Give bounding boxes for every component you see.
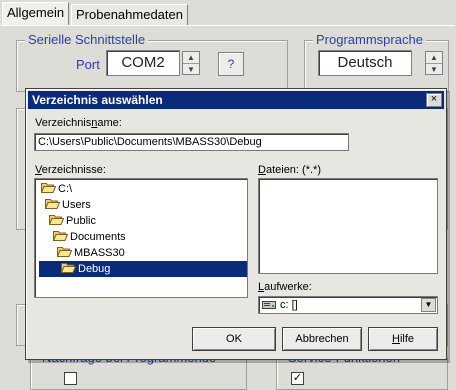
port-spinner[interactable]: ▲ ▼: [182, 51, 200, 75]
serial-port-group-title: Serielle Schnittstelle: [25, 32, 149, 47]
close-button[interactable]: ×: [426, 93, 442, 107]
tree-item-root[interactable]: C:\: [41, 181, 76, 197]
ok-button[interactable]: OK: [192, 327, 276, 351]
files-list[interactable]: [258, 178, 438, 274]
open-folder-icon: [45, 199, 60, 209]
open-folder-icon: [61, 263, 76, 273]
chevron-down-icon[interactable]: ▼: [421, 298, 436, 312]
port-help-button[interactable]: ?: [218, 52, 244, 76]
spin-up-icon[interactable]: ▲: [183, 52, 199, 64]
dialog-title: Verzeichnis auswählen: [32, 93, 163, 107]
open-folder-icon: [53, 231, 68, 241]
directory-tree[interactable]: C:\ Users Public Documents MBASS30 Debug: [34, 178, 248, 298]
spin-down-icon[interactable]: ▼: [183, 64, 199, 75]
tab-probenahmedaten[interactable]: Probenahmedaten: [71, 4, 188, 25]
dirname-input[interactable]: C:\Users\Public\Documents\MBASS30\Debug: [34, 133, 349, 151]
drives-label: Laufwerke:: [258, 281, 312, 293]
tree-item-users[interactable]: Users: [45, 197, 95, 213]
tree-item-documents[interactable]: Documents: [53, 229, 130, 245]
dirname-label: Verzeichnisname:: [35, 117, 122, 129]
tab-strip: Allgemein Probenahmedaten: [0, 0, 456, 26]
directories-label: Verzeichnisse:: [35, 164, 106, 176]
drive-select[interactable]: c: [] ▼: [258, 296, 438, 314]
cancel-button[interactable]: Abbrechen: [282, 327, 362, 351]
spin-down-icon[interactable]: ▼: [426, 64, 442, 75]
tree-item-public[interactable]: Public: [49, 213, 100, 229]
open-folder-icon: [49, 215, 64, 225]
port-label: Port: [76, 57, 100, 72]
files-label: Dateien: (*.*): [258, 164, 321, 176]
drive-value: c: []: [280, 299, 298, 311]
exit-prompt-checkbox[interactable]: [64, 372, 77, 385]
open-folder-icon: [41, 183, 56, 193]
select-directory-dialog: Verzeichnis auswählen × Verzeichnisname:…: [25, 88, 447, 360]
language-group-title: Programmsprache: [313, 32, 426, 47]
spin-up-icon[interactable]: ▲: [426, 52, 442, 64]
exit-prompt-group: Nachfrage bei Programmende: [30, 350, 247, 390]
tab-allgemein[interactable]: Allgemein: [2, 2, 70, 25]
drive-icon: [262, 301, 276, 309]
port-field[interactable]: COM2: [106, 50, 180, 76]
open-folder-icon: [57, 247, 72, 257]
tree-item-debug[interactable]: Debug: [39, 261, 247, 277]
language-field[interactable]: Deutsch: [318, 50, 412, 76]
tree-item-mbass30[interactable]: MBASS30: [57, 245, 129, 261]
language-spinner[interactable]: ▲ ▼: [425, 51, 443, 75]
help-button[interactable]: Hilfe: [368, 327, 438, 351]
service-checkbox[interactable]: ✓: [291, 372, 304, 385]
dialog-titlebar[interactable]: Verzeichnis auswählen ×: [28, 91, 444, 109]
